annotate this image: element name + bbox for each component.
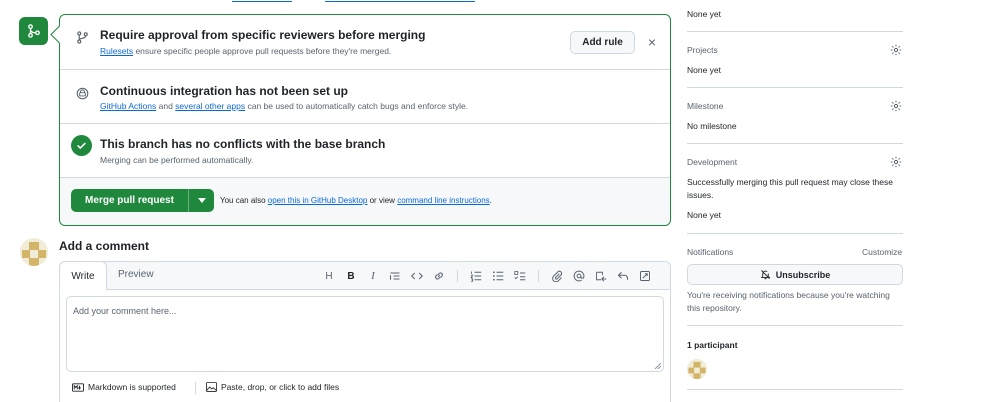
bell-slash-icon bbox=[760, 270, 771, 280]
merge-pull-request-button[interactable]: Merge pull request bbox=[71, 189, 214, 212]
mention-icon[interactable] bbox=[572, 269, 586, 283]
milestone-label[interactable]: Milestone bbox=[687, 101, 723, 111]
notifications-reason-line2: this repository. bbox=[687, 303, 742, 313]
caret-down-icon[interactable] bbox=[188, 189, 214, 212]
github-actions-link[interactable]: GitHub Actions bbox=[100, 101, 156, 111]
attach-files[interactable]: Paste, drop, or click to add files bbox=[206, 382, 339, 392]
fullscreen-icon[interactable] bbox=[638, 269, 652, 283]
quote-icon[interactable] bbox=[388, 269, 402, 283]
add-comment-title: Add a comment bbox=[59, 239, 150, 253]
customize-link[interactable]: Customize bbox=[862, 247, 902, 257]
task-list-icon[interactable] bbox=[513, 269, 527, 283]
branch-icon bbox=[73, 28, 91, 46]
notifications-reason-line1: You're receiving notifications because y… bbox=[687, 290, 890, 300]
divider bbox=[687, 389, 903, 390]
development-desc-line1: Successfully merging this pull request m… bbox=[687, 177, 893, 187]
milestone-value: No milestone bbox=[687, 121, 737, 131]
projects-label[interactable]: Projects bbox=[687, 45, 718, 55]
development-desc-line2: issues. bbox=[687, 190, 714, 200]
cross-reference-icon[interactable] bbox=[594, 269, 608, 283]
development-label[interactable]: Development bbox=[687, 157, 737, 167]
ci-desc: GitHub Actions and several other apps ca… bbox=[100, 101, 469, 111]
markdown-icon bbox=[72, 382, 84, 392]
heading-icon[interactable]: H bbox=[322, 269, 336, 283]
merge-section: Merge pull request You can also open thi… bbox=[60, 178, 670, 225]
unsubscribe-button[interactable]: Unsubscribe bbox=[687, 264, 903, 285]
check-icon bbox=[71, 135, 92, 156]
projects-value: None yet bbox=[687, 65, 722, 75]
reviewers-value: None yet bbox=[687, 9, 722, 19]
divider bbox=[687, 31, 903, 32]
gear-icon[interactable] bbox=[890, 100, 902, 112]
approval-title: Require approval from specific reviewers… bbox=[100, 28, 426, 42]
command-line-link[interactable]: command line instructions bbox=[397, 196, 489, 205]
participants-label: 1 participant bbox=[687, 340, 738, 350]
unordered-list-icon[interactable] bbox=[491, 269, 505, 283]
approval-section: Require approval from specific reviewers… bbox=[60, 15, 670, 70]
merge-box: Require approval from specific reviewers… bbox=[59, 14, 671, 226]
cut-off-text bbox=[192, 0, 512, 2]
git-merge-icon bbox=[19, 17, 48, 45]
ci-title: Continuous integration has not been set … bbox=[100, 84, 348, 98]
ci-section: Continuous integration has not been set … bbox=[60, 70, 670, 124]
gear-icon[interactable] bbox=[890, 156, 902, 168]
participant-avatar[interactable] bbox=[687, 359, 707, 379]
comment-editor: Write Preview H B I Add your comment her… bbox=[59, 261, 671, 402]
markdown-supported[interactable]: Markdown is supported bbox=[72, 382, 176, 392]
conflicts-title: This branch has no conflicts with the ba… bbox=[100, 137, 386, 151]
editor-header: Write Preview H B I bbox=[59, 261, 670, 291]
approval-desc: Rulesets ensure specific people approve … bbox=[100, 46, 392, 56]
close-icon[interactable]: × bbox=[645, 33, 659, 51]
divider bbox=[687, 143, 903, 144]
development-value: None yet bbox=[687, 210, 722, 220]
notifications-label: Notifications bbox=[687, 247, 734, 257]
gear-icon[interactable] bbox=[890, 44, 902, 56]
image-icon bbox=[206, 382, 217, 392]
comment-placeholder: Add your comment here... bbox=[73, 306, 177, 316]
rulesets-link[interactable]: Rulesets bbox=[100, 46, 133, 56]
toolbar-divider bbox=[457, 270, 458, 282]
github-desktop-link[interactable]: open this in GitHub Desktop bbox=[268, 196, 368, 205]
conflicts-section: This branch has no conflicts with the ba… bbox=[60, 124, 670, 178]
code-icon[interactable] bbox=[410, 269, 424, 283]
ordered-list-icon[interactable] bbox=[469, 269, 483, 283]
tab-preview[interactable]: Preview bbox=[118, 269, 154, 280]
bold-icon[interactable]: B bbox=[344, 269, 358, 283]
comment-textarea[interactable]: Add your comment here... bbox=[66, 296, 664, 372]
ci-icon bbox=[73, 84, 91, 102]
toolbar-divider bbox=[538, 270, 539, 282]
merge-alternatives: You can also open this in GitHub Desktop… bbox=[220, 196, 492, 205]
divider bbox=[687, 87, 903, 88]
paperclip-icon[interactable] bbox=[550, 269, 564, 283]
resize-handle-icon[interactable] bbox=[654, 362, 661, 369]
divider bbox=[687, 325, 903, 326]
tab-write[interactable]: Write bbox=[59, 261, 107, 291]
reply-icon[interactable] bbox=[616, 269, 630, 283]
italic-icon[interactable]: I bbox=[366, 269, 380, 283]
divider bbox=[687, 233, 903, 234]
add-rule-button[interactable]: Add rule bbox=[570, 31, 635, 54]
other-apps-link[interactable]: several other apps bbox=[175, 101, 245, 111]
avatar[interactable] bbox=[20, 238, 48, 266]
conflicts-desc: Merging can be performed automatically. bbox=[100, 155, 254, 165]
link-icon[interactable] bbox=[432, 269, 446, 283]
merge-button-label[interactable]: Merge pull request bbox=[71, 189, 188, 212]
footer-divider bbox=[195, 382, 196, 394]
